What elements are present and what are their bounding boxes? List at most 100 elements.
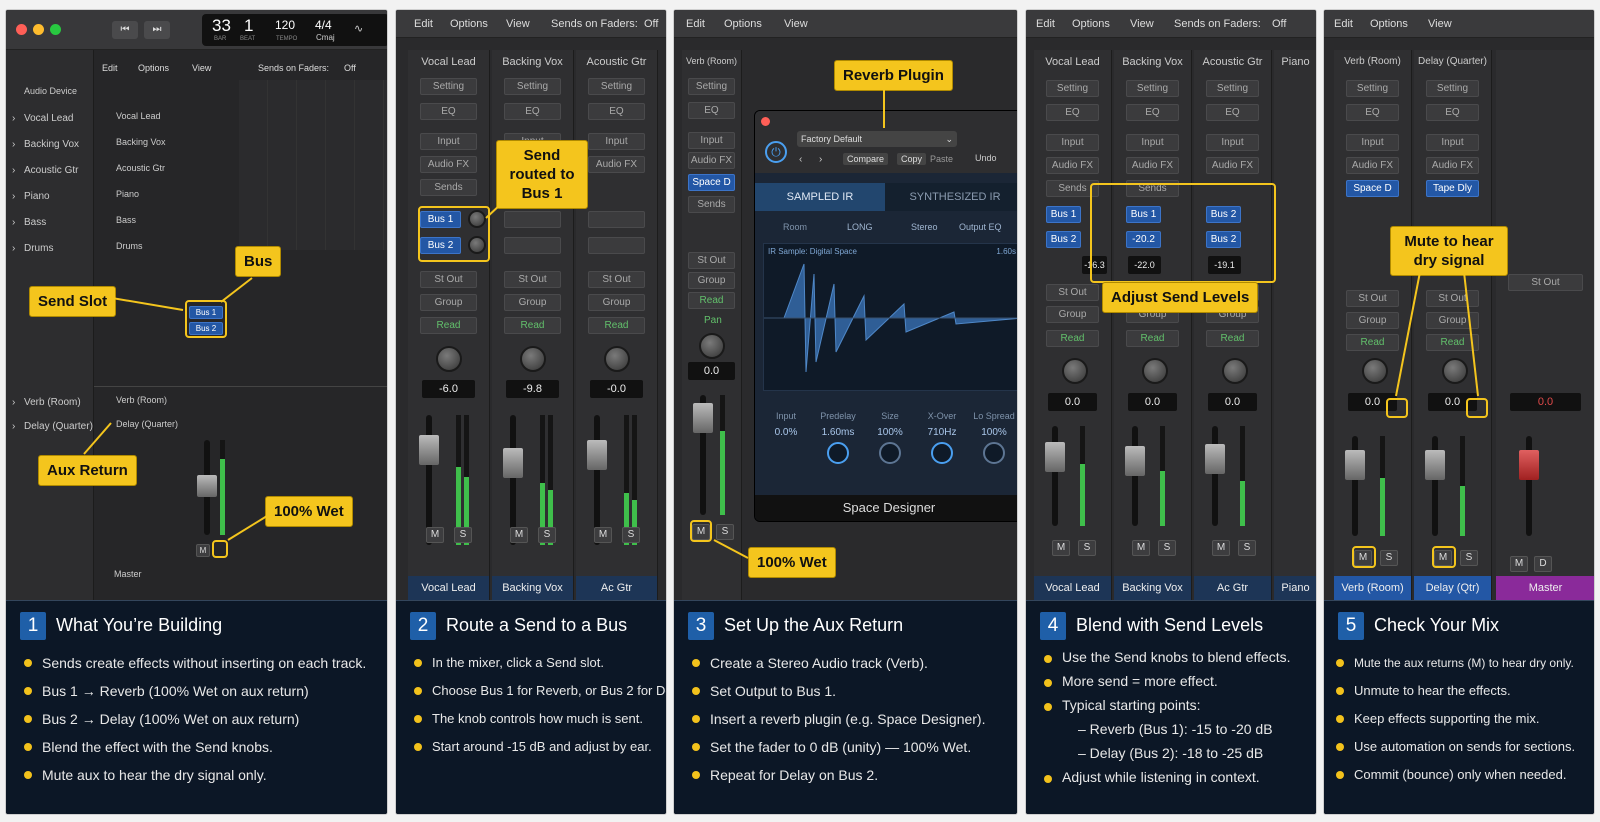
bullet: The knob controls how much is sent. [412,705,660,733]
sends-on-faders-off[interactable]: Off [1272,18,1286,30]
eq-slot[interactable]: EQ [1046,104,1099,121]
audio-fx-slot[interactable]: Audio FX [1046,157,1099,174]
panel-3: Edit Options View Verb (Room) Setting EQ… [673,9,1018,815]
automation-read[interactable]: Read [1206,330,1259,347]
bullet: Bus 1 → Reverb (100% Wet on aux return) [22,677,381,705]
strip-name: Backing Vox [1114,576,1191,600]
bullet: Bus 2 → Delay (100% Wet on aux return) [22,705,381,733]
fader-cap[interactable] [1045,442,1065,472]
output-slot[interactable]: St Out [1046,284,1099,301]
bullet: Choose Bus 1 for Reverb, or Bus 2 for De… [412,677,666,705]
bullet: In the mixer, click a Send slot. [412,649,660,677]
arrow-mute-verb [1395,271,1421,397]
level-meter [1240,426,1245,526]
menu-edit[interactable]: Edit [1036,18,1055,30]
fader-cap[interactable] [1125,446,1145,476]
step-title: What You’re Building [56,615,223,635]
mixer-menu: Edit Options View Sends on Faders: Off [1026,10,1316,38]
setting-slot[interactable]: Setting [1206,80,1259,97]
panel-4: Edit Options View Sends on Faders: Off V… [1025,9,1317,815]
strip-label: Acoustic Gtr [1202,56,1263,68]
panel-2-arrows [485,189,517,219]
volume-value: 0.0 [1048,393,1097,411]
step-number: 4 [1040,612,1066,640]
bullet: Repeat for Delay on Bus 2. [690,761,1011,789]
pan-knob[interactable] [1222,358,1248,384]
arrow-bus [220,277,253,303]
panel-5-arrows [1395,271,1479,397]
channel-strip-vocal: Vocal Lead Setting EQ Input Audio FX Sen… [1034,50,1112,600]
channel-strip-gtr: Acoustic Gtr Setting EQ Input Audio FX B… [1194,50,1272,600]
strip-label: Piano [1281,56,1310,68]
setting-slot[interactable]: Setting [1046,80,1099,97]
mute-button[interactable]: M [1132,540,1150,556]
solo-button[interactable]: S [1078,540,1096,556]
send-levels-highlight [1090,183,1276,283]
bullet: Commit (bounce) only when needed. [1334,761,1588,789]
fader-cap[interactable] [1205,444,1225,474]
bullet: Typical starting points: [1042,693,1310,717]
step-number: 3 [688,612,714,640]
menu-options[interactable]: Options [1072,18,1110,30]
step-title: Blend with Send Levels [1076,615,1264,635]
channel-strip-backing: Backing Vox Setting EQ Input Audio FX Se… [1114,50,1192,600]
pan-knob[interactable] [1142,358,1168,384]
step-number: 1 [20,612,46,640]
arrow-wet [713,539,749,559]
volume-fader[interactable] [1212,426,1218,526]
automation-read[interactable]: Read [1046,330,1099,347]
mute-button[interactable]: M [1052,540,1070,556]
panel-5: Edit Options View Verb (Room) Setting EQ… [1323,9,1595,815]
sub-bullet: – Delay (Bus 2): -18 to -25 dB [1078,745,1264,761]
step-number: 2 [410,612,436,640]
bullet: Blend the effect with the Send knobs. [22,733,381,761]
automation-read[interactable]: Read [1126,330,1179,347]
input-slot[interactable]: Input [1046,134,1099,151]
audio-fx-slot[interactable]: Audio FX [1126,157,1179,174]
send-bus-1[interactable]: Bus 1 [1046,206,1081,223]
volume-value: 0.0 [1208,393,1257,411]
bullet: Use automation on sends for sections. [1334,733,1588,761]
strip-name: Piano [1274,576,1316,600]
solo-button[interactable]: S [1238,540,1256,556]
bullet: Set Output to Bus 1. [690,677,1011,705]
sub-bullet: – Reverb (Bus 1): -15 to -20 dB [1078,721,1273,737]
volume-value: 0.0 [1128,393,1177,411]
audio-fx-slot[interactable]: Audio FX [1206,157,1259,174]
arrow-mute-delay [1463,271,1479,397]
setting-slot[interactable]: Setting [1126,80,1179,97]
bullet: Keep effects supporting the mix. [1334,705,1588,733]
bullet: Create a Stereo Audio track (Verb). [690,649,1011,677]
bullet: Use the Send knobs to blend effects. [1042,645,1310,669]
eq-slot[interactable]: EQ [1206,104,1259,121]
volume-fader[interactable] [1132,426,1138,526]
panel-2: Edit Options View Sends on Faders: Off V… [395,9,667,815]
sends-on-faders-label: Sends on Faders: [1174,18,1261,30]
input-slot[interactable]: Input [1126,134,1179,151]
bullet: Unmute to hear the effects. [1334,677,1588,705]
eq-slot[interactable]: EQ [1126,104,1179,121]
step-title: Set Up the Aux Return [724,615,904,635]
strip-name: Vocal Lead [1034,576,1111,600]
bullet: More send = more effect. [1042,669,1310,693]
panel-1: ⏮ ⏭ 33 BAR 1 BEAT 120 TEMPO 4/4 Cmaj ∿ A… [5,9,388,815]
step-bullets: In the mixer, click a Send slot. Choose … [412,649,666,761]
input-slot[interactable]: Input [1206,134,1259,151]
bullet: Insert a reverb plugin (e.g. Space Desig… [690,705,1011,733]
menu-view[interactable]: View [1130,18,1154,30]
arrow-send-routed [485,189,517,219]
bullet: Mute the aux returns (M) to hear dry onl… [1334,649,1588,677]
solo-button[interactable]: S [1158,540,1176,556]
pan-knob[interactable] [1062,358,1088,384]
bullet: Start around -15 dB and adjust by ear. [412,733,660,761]
step-bullets: Use the Send knobs to blend effects. Mor… [1042,645,1310,789]
send-bus-2[interactable]: Bus 2 [1046,231,1081,248]
volume-fader[interactable] [1052,426,1058,526]
step-title: Route a Send to a Bus [446,615,628,635]
mute-button[interactable]: M [1212,540,1230,556]
strip-name: Ac Gtr [1194,576,1271,600]
arrow-aux-return [83,422,112,455]
panel-3-arrows [713,90,885,559]
group-slot[interactable]: Group [1046,306,1099,323]
caption-3: 3 Set Up the Aux Return Create a Stereo … [674,600,1017,814]
